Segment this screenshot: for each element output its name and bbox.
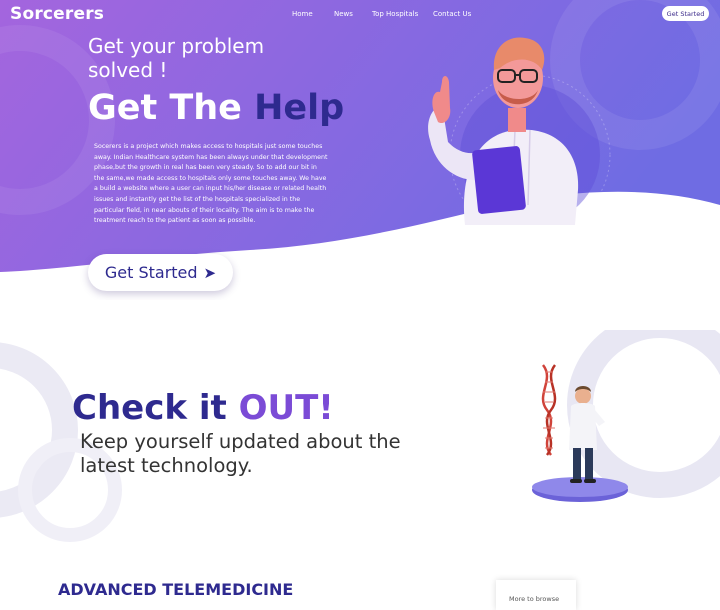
- check-title-accent: OUT!: [238, 388, 334, 428]
- arrow-right-icon: ➤: [203, 263, 217, 282]
- check-title-prefix: Check it: [72, 388, 239, 428]
- hero-title-prefix: Get The: [88, 88, 255, 128]
- nav-news[interactable]: News: [334, 10, 353, 18]
- brand-logo[interactable]: Sorcerers: [10, 4, 104, 24]
- dna-doctor-illustration: [532, 364, 628, 502]
- hero-subtitle: Get your problem solved !: [88, 34, 265, 82]
- section-title: ADVANCED TELEMEDICINE: [58, 580, 294, 599]
- nav-top-hospitals[interactable]: Top Hospitals: [372, 10, 418, 18]
- nav-get-started-button[interactable]: Get Started: [662, 6, 709, 21]
- hero-button-label: Get Started: [104, 263, 198, 282]
- nav-home[interactable]: Home: [292, 10, 313, 18]
- hero-title: Get The Help: [88, 88, 344, 128]
- hero-get-started-button[interactable]: Get Started ➤: [88, 254, 233, 291]
- browse-card[interactable]: More to browse: [496, 580, 576, 610]
- browse-card-text: More to browse: [509, 595, 560, 603]
- hero-section: Sorcerers Home News Top Hospitals Contac…: [0, 0, 720, 300]
- nav-contact-us[interactable]: Contact Us: [433, 10, 471, 18]
- check-it-out-title: Check it OUT!: [72, 388, 334, 428]
- hero-title-accent: Help: [254, 88, 345, 128]
- doctor-illustration: [428, 37, 579, 225]
- hero-description: Socerers is a project which makes access…: [94, 143, 328, 225]
- check-subtitle: Keep yourself updated about the latest t…: [80, 430, 401, 477]
